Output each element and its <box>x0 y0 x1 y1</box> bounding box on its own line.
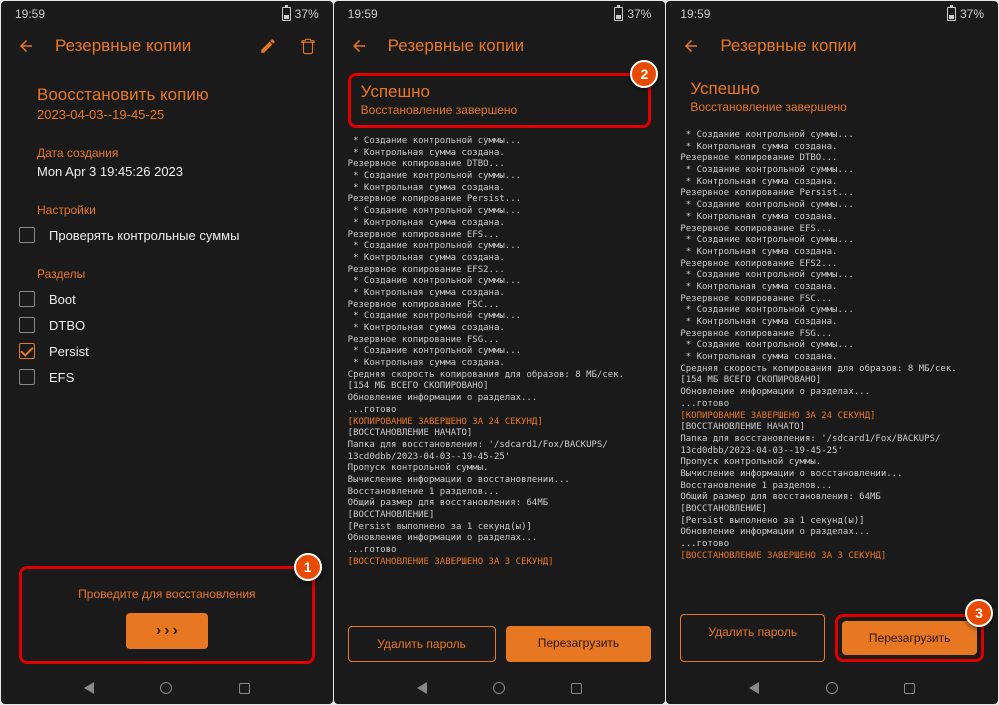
checkbox-icon[interactable] <box>19 291 35 307</box>
nav-back-icon[interactable] <box>417 682 427 694</box>
edit-icon[interactable] <box>257 35 279 57</box>
battery-pct: 37% <box>295 7 319 21</box>
partition-label: Persist <box>49 344 89 359</box>
step-badge-3: 3 <box>965 599 993 627</box>
battery-icon <box>947 7 956 21</box>
partition-row[interactable]: Boot <box>19 291 315 307</box>
settings-label: Настройки <box>37 203 315 217</box>
nav-back-icon[interactable] <box>84 682 94 694</box>
nav-bar <box>334 672 666 704</box>
clock: 19:59 <box>15 7 45 21</box>
slide-to-restore: Проведите для восстановления › › › 1 <box>19 566 315 664</box>
status-bar: 19:59 37% <box>334 1 666 27</box>
chevron-right-icon: › <box>156 622 161 640</box>
log-output: * Создание контрольной суммы... * Контро… <box>666 126 998 562</box>
partition-label: EFS <box>49 370 74 385</box>
reboot-button[interactable]: Перезагрузить <box>506 626 652 662</box>
restore-title: Воосстановить копию <box>37 85 315 105</box>
header: Резервные копии <box>1 27 333 65</box>
checksum-label: Проверять контрольные суммы <box>49 228 239 243</box>
success-panel: Успешно Восстановление завершено 2 <box>348 73 652 128</box>
checksum-row[interactable]: Проверять контрольные суммы <box>19 227 315 243</box>
chevron-right-icon: › <box>172 622 177 640</box>
header-title: Резервные копии <box>388 36 652 56</box>
header: Резервные копии <box>666 27 998 65</box>
restore-subtitle: 2023-04-03--19-45-25 <box>37 107 315 122</box>
partitions-label: Разделы <box>37 267 315 281</box>
status-right: 37% <box>282 7 319 21</box>
back-icon[interactable] <box>15 35 37 57</box>
date-value: Mon Apr 3 19:45:26 2023 <box>37 164 315 179</box>
phone-screen-1: 19:59 37% Резервные копии Воосстановить … <box>1 1 333 704</box>
nav-home-icon[interactable] <box>493 682 505 694</box>
partition-label: DTBO <box>49 318 85 333</box>
delete-icon[interactable] <box>297 35 319 57</box>
delete-password-button[interactable]: Удалить пароль <box>348 626 496 662</box>
slider-handle[interactable]: › › › <box>126 613 208 649</box>
checkbox-icon[interactable] <box>19 343 35 359</box>
back-icon[interactable] <box>348 35 370 57</box>
chevron-right-icon: › <box>164 622 169 640</box>
success-subtitle: Восстановление завершено <box>361 103 639 117</box>
reboot-highlight: Перезагрузить 3 <box>835 614 984 662</box>
checkbox-icon[interactable] <box>19 369 35 385</box>
nav-home-icon[interactable] <box>826 682 838 694</box>
battery-icon <box>614 7 623 21</box>
partition-label: Boot <box>49 292 76 307</box>
nav-recent-icon[interactable] <box>571 683 582 694</box>
nav-bar <box>1 672 333 704</box>
phone-screen-2: 19:59 37% Резервные копии Успешно Восста… <box>334 1 666 704</box>
checkbox-icon[interactable] <box>19 317 35 333</box>
delete-password-button[interactable]: Удалить пароль <box>680 614 825 662</box>
nav-home-icon[interactable] <box>160 682 172 694</box>
button-row: Удалить пароль Перезагрузить 3 <box>680 614 984 662</box>
step-badge-2: 2 <box>630 60 658 88</box>
partition-row[interactable]: DTBO <box>19 317 315 333</box>
status-bar: 19:59 37% <box>666 1 998 27</box>
step-badge-1: 1 <box>294 553 322 581</box>
nav-recent-icon[interactable] <box>239 683 250 694</box>
partition-row[interactable]: Persist <box>19 343 315 359</box>
nav-recent-icon[interactable] <box>904 683 915 694</box>
status-bar: 19:59 37% <box>1 1 333 27</box>
partition-row[interactable]: EFS <box>19 369 315 385</box>
phone-screen-3: 19:59 37% Резервные копии Успешно Восста… <box>666 1 998 704</box>
log-output: * Создание контрольной суммы... * Контро… <box>334 132 666 568</box>
header-title: Резервные копии <box>55 36 239 56</box>
success-subtitle: Восстановление завершено <box>690 100 974 114</box>
clock: 19:59 <box>348 7 378 21</box>
header-title: Резервные копии <box>720 36 984 56</box>
nav-bar <box>666 672 998 704</box>
battery-pct: 37% <box>627 7 651 21</box>
success-title: Успешно <box>690 79 974 99</box>
date-label: Дата создания <box>37 146 315 160</box>
back-icon[interactable] <box>680 35 702 57</box>
checkbox-icon[interactable] <box>19 227 35 243</box>
nav-back-icon[interactable] <box>749 682 759 694</box>
success-title: Успешно <box>361 82 639 102</box>
battery-icon <box>282 7 291 21</box>
header: Резервные копии <box>334 27 666 65</box>
slide-label: Проведите для восстановления <box>30 587 304 601</box>
reboot-button[interactable]: Перезагрузить <box>842 621 977 655</box>
button-row: Удалить пароль Перезагрузить <box>348 626 652 662</box>
success-panel: Успешно Восстановление завершено <box>680 73 984 122</box>
clock: 19:59 <box>680 7 710 21</box>
battery-pct: 37% <box>960 7 984 21</box>
